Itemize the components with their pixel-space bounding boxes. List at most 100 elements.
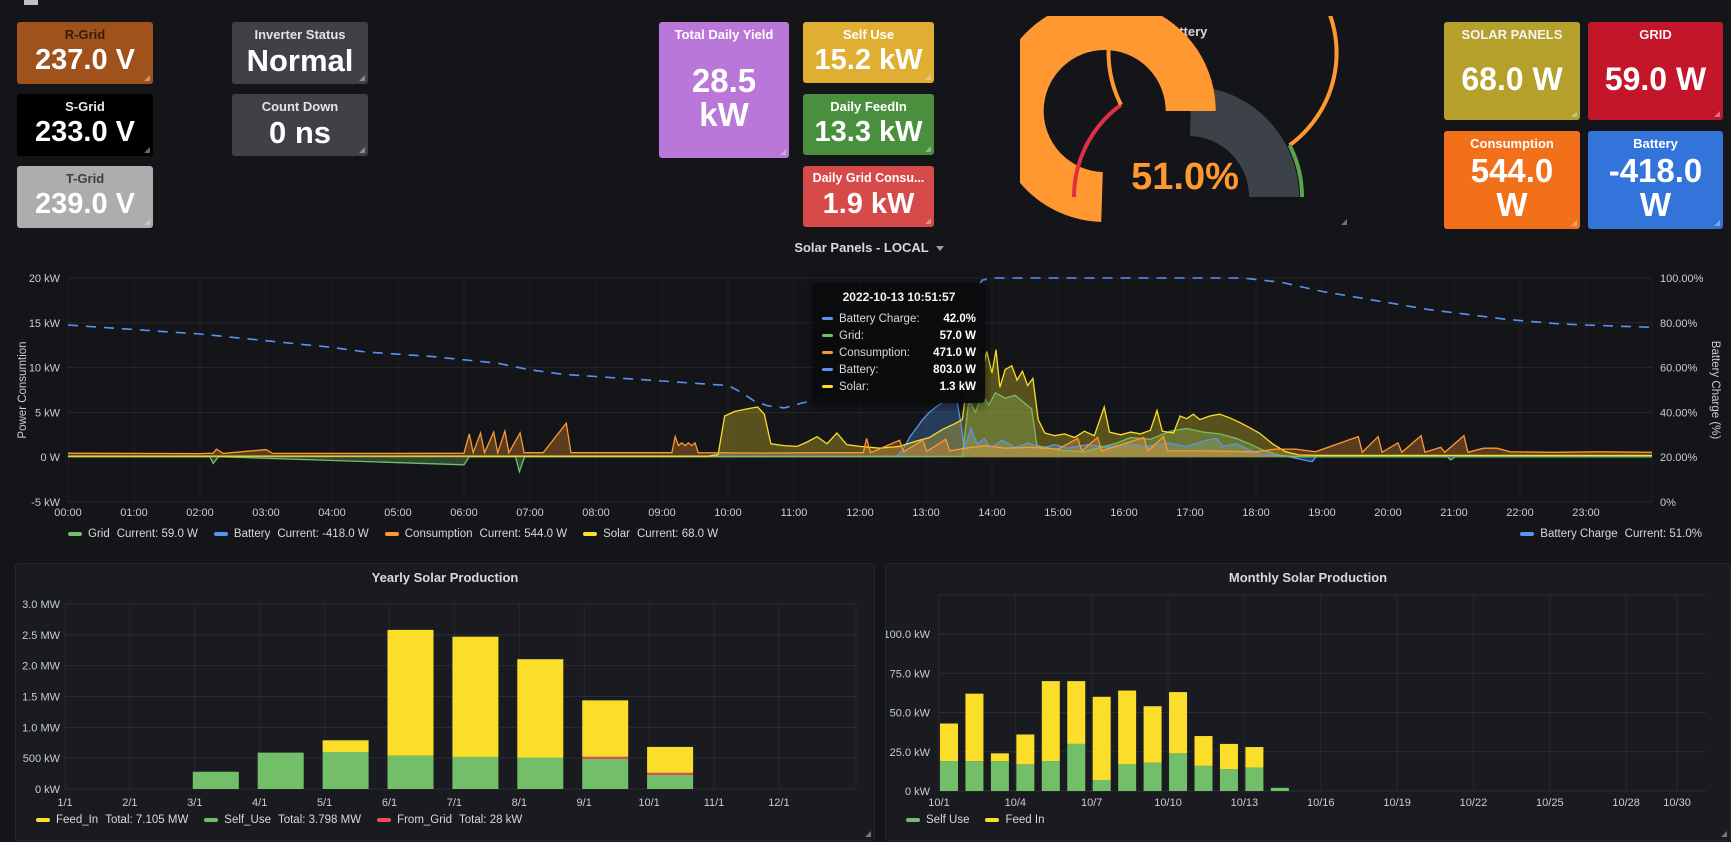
axis-tick-label: 03:00	[252, 507, 280, 519]
axis-tick-label: 500 kW	[23, 753, 61, 765]
axis-tick-label: 2.0 MW	[22, 661, 61, 673]
chart-tooltip: 2022-10-13 10:51:57Battery Charge:42.0%G…	[813, 283, 985, 403]
axis-tick-label: 5/1	[317, 797, 332, 809]
bar-segment	[1042, 761, 1060, 791]
axis-tick-label: 100.00%	[1660, 273, 1704, 285]
tooltip-timestamp: 2022-10-13 10:51:57	[822, 290, 976, 304]
axis-tick-label: 21:00	[1440, 507, 1468, 519]
axis-tick-label: 02:00	[186, 507, 214, 519]
bar-segment	[1144, 706, 1162, 763]
legend-item[interactable]: BatteryCurrent: -418.0 W	[214, 528, 369, 540]
legend-color-dash	[385, 532, 399, 536]
stat-daily-grid-consumption: Daily Grid Consu... 1.9 kW	[803, 166, 934, 227]
axis-tick-label: 10/22	[1460, 797, 1488, 809]
axis-tick-label: 7/1	[447, 797, 462, 809]
main-chart-panel: Solar Panels - LOCAL 20 kW15 kW10 kW5 kW…	[14, 240, 1724, 546]
legend-item[interactable]: Feed_InTotal: 7.105 MW	[36, 814, 188, 826]
axis-tick-label: 16:00	[1110, 507, 1138, 519]
axis-tick-label: 10/25	[1536, 797, 1564, 809]
legend-item[interactable]: Feed In	[985, 814, 1044, 826]
legend-color-dash	[214, 532, 228, 536]
bar-segment	[258, 753, 304, 789]
stat-title: Daily FeedIn	[809, 99, 928, 115]
legend-color-dash	[1520, 532, 1534, 536]
stat-title: Consumption	[1454, 136, 1570, 152]
axis-tick-label: 13:00	[912, 507, 940, 519]
bar-segment	[323, 752, 369, 789]
axis-tick-label: 10/13	[1231, 797, 1259, 809]
panel-title-dropdown[interactable]: Solar Panels - LOCAL	[14, 240, 1724, 255]
bar-segment	[452, 757, 498, 789]
monthly-chart-panel: Monthly Solar Production 10/110/410/710/…	[885, 563, 1731, 841]
axis-tick-label: 10 kW	[29, 363, 61, 375]
stat-r-grid: R-Grid 237.0 V	[17, 22, 153, 84]
stat-total-daily-yield: Total Daily Yield 28.5 kW	[659, 22, 789, 158]
axis-tick-label: 11/1	[704, 797, 725, 809]
battery-gauge-panel: Battery 51.0%	[1020, 16, 1350, 228]
legend-item[interactable]: SolarCurrent: 68.0 W	[583, 528, 718, 540]
axis-tick-label: 19:00	[1308, 507, 1336, 519]
axis-tick-label: 10:00	[714, 507, 742, 519]
legend-item[interactable]: Battery ChargeCurrent: 51.0%	[1520, 528, 1702, 540]
axis-tick-label: 60.00%	[1660, 363, 1698, 375]
axis-tick-label: 9/1	[577, 797, 592, 809]
axis-tick-label: 01:00	[120, 507, 148, 519]
monthly-chart-legend: Self Use Feed In	[906, 814, 1060, 826]
left-axis-title: Power Consumtion	[17, 341, 29, 438]
bar-segment	[1067, 744, 1085, 791]
legend-color-dash	[204, 818, 218, 822]
axis-tick-label: 04:00	[318, 507, 346, 519]
axis-tick-label: 75.0 kW	[890, 668, 931, 680]
bar-segment	[388, 630, 434, 756]
stat-t-grid: T-Grid 239.0 V	[17, 166, 153, 228]
axis-tick-label: 0 kW	[35, 784, 61, 796]
axis-tick-label: 40.00%	[1660, 407, 1698, 419]
bar-segment	[452, 637, 498, 757]
legend-color-dash	[985, 818, 999, 822]
main-chart-legend: GridCurrent: 59.0 W BatteryCurrent: -418.…	[68, 528, 734, 540]
axis-tick-label: 3.0 MW	[22, 599, 61, 611]
bar-segment	[1195, 766, 1213, 791]
bar-segment	[1195, 736, 1213, 766]
stat-value: 233.0 V	[23, 115, 147, 151]
stat-value: Normal	[238, 43, 362, 79]
stat-title: SOLAR PANELS	[1450, 27, 1574, 43]
yearly-chart-legend: Feed_InTotal: 7.105 MW Self_UseTotal: 3.7…	[36, 814, 538, 826]
stat-daily-feedin: Daily FeedIn 13.3 kW	[803, 94, 934, 155]
stat-value: 28.5 kW	[665, 43, 783, 153]
axis-tick-label: 0 kW	[905, 786, 931, 798]
stat-value: 13.3 kW	[809, 115, 928, 150]
legend-item[interactable]: ConsumptionCurrent: 544.0 W	[385, 528, 567, 540]
stat-title: Battery	[1598, 136, 1713, 152]
stat-title: S-Grid	[23, 99, 147, 115]
monthly-chart-title: Monthly Solar Production	[886, 570, 1730, 585]
axis-tick-label: 00:00	[54, 507, 82, 519]
axis-tick-label: 0%	[1660, 497, 1676, 509]
legend-color-dash	[377, 818, 391, 822]
axis-tick-label: 06:00	[450, 507, 478, 519]
right-axis-title: Battery Charge (%)	[1709, 341, 1721, 440]
bar-segment	[647, 773, 693, 775]
axis-tick-label: 11:00	[781, 507, 808, 519]
yearly-chart-panel: Yearly Solar Production 3.0 MW2.5 MW2.0 …	[15, 563, 875, 841]
bar-segment	[940, 761, 958, 791]
legend-item[interactable]: GridCurrent: 59.0 W	[68, 528, 198, 540]
stat-s-grid: S-Grid 233.0 V	[17, 94, 153, 156]
legend-item[interactable]: From_GridTotal: 28 kW	[377, 814, 522, 826]
legend-item[interactable]: Self_UseTotal: 3.798 MW	[204, 814, 361, 826]
stat-count-down: Count Down 0 ns	[232, 94, 368, 156]
legend-color-dash	[68, 532, 82, 536]
bar-segment	[1169, 753, 1187, 791]
axis-tick-label: 4/1	[252, 797, 267, 809]
axis-tick-label: 2/1	[122, 797, 137, 809]
axis-tick-label: 1.0 MW	[22, 722, 61, 734]
axis-tick-label: 05:00	[384, 507, 412, 519]
axis-tick-label: 10/10	[1154, 797, 1182, 809]
bar-segment	[1118, 764, 1136, 791]
legend-item[interactable]: Self Use	[906, 814, 969, 826]
legend-color-dash	[906, 818, 920, 822]
stat-value: 544.0 W	[1454, 152, 1570, 224]
stat-value: 59.0 W	[1594, 43, 1717, 115]
stat-value: 68.0 W	[1450, 43, 1574, 115]
axis-tick-label: 20:00	[1374, 507, 1402, 519]
